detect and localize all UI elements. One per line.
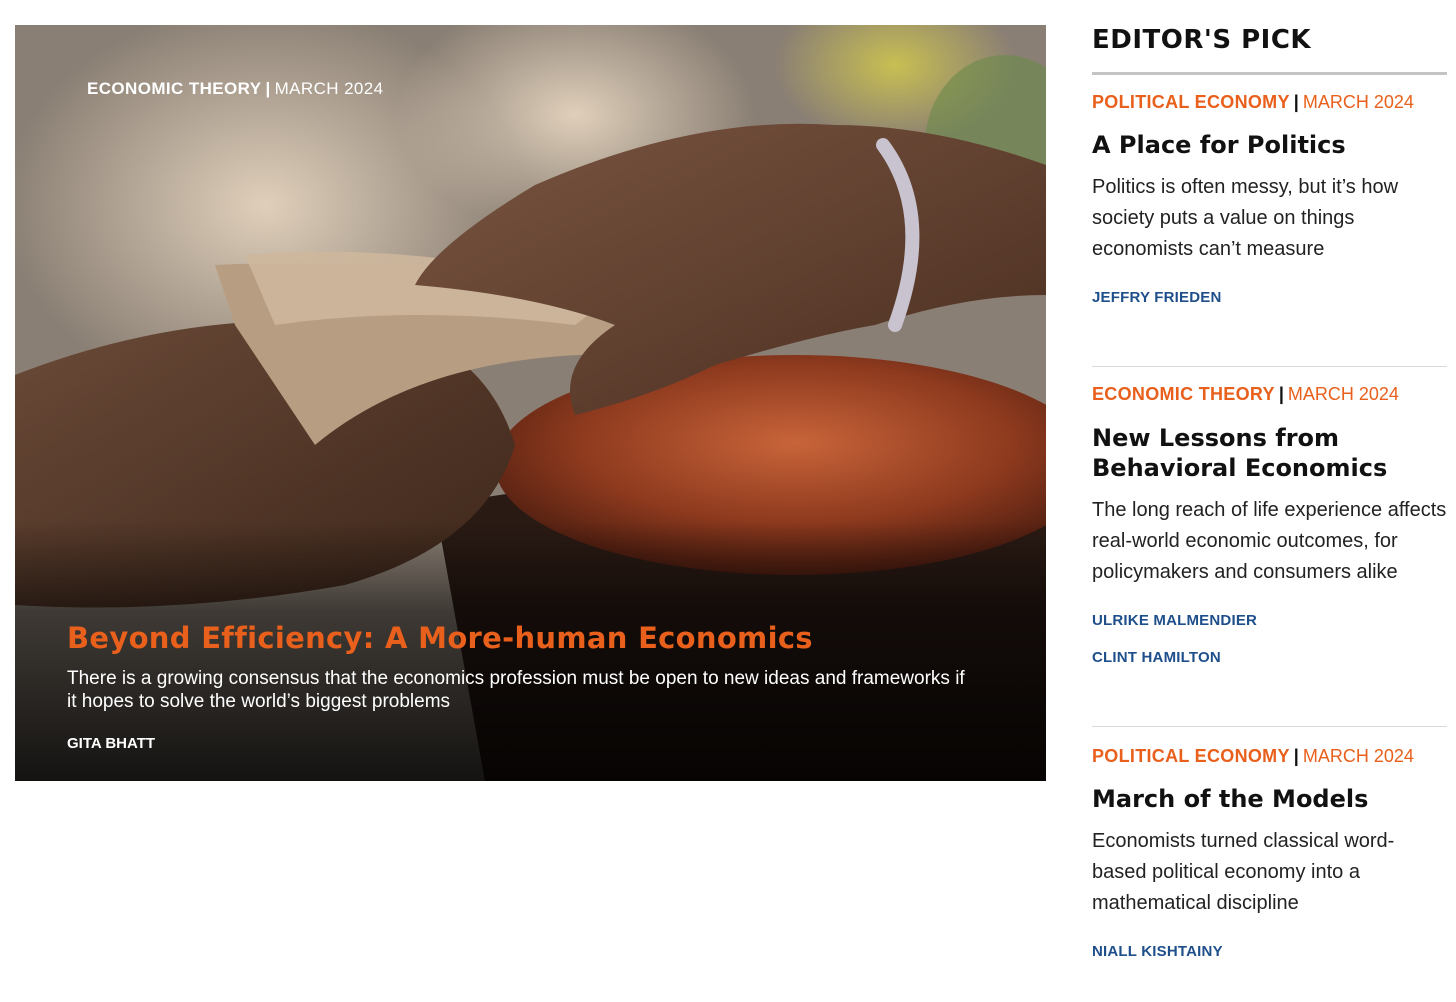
- kicker-separator: |: [265, 79, 271, 98]
- editors-pick-item: POLITICAL ECONOMY | MARCH 2024 A Place for…: [1092, 87, 1447, 306]
- pick-category[interactable]: POLITICAL ECONOMY: [1092, 746, 1290, 766]
- pick-category[interactable]: ECONOMIC THEORY: [1092, 384, 1275, 404]
- sidebar-heading-rule: [1092, 72, 1447, 75]
- pick-author-link[interactable]: ULRIKE MALMENDIER: [1092, 612, 1447, 629]
- editors-pick-item: ECONOMIC THEORY | MARCH 2024 New Lessons f…: [1092, 379, 1447, 666]
- sidebar-heading: EDITOR'S PICK: [1092, 25, 1312, 55]
- featured-article-card[interactable]: ECONOMIC THEORY | MARCH 2024 Beyond Effici…: [15, 25, 1046, 781]
- pick-date: MARCH 2024: [1302, 92, 1414, 112]
- pick-kicker: ECONOMIC THEORY | MARCH 2024: [1092, 379, 1447, 410]
- hero-dek: There is a growing consensus that the ec…: [67, 668, 965, 712]
- kicker-separator: |: [1293, 92, 1299, 112]
- pick-author-link[interactable]: JEFFRY FRIEDEN: [1092, 289, 1447, 306]
- hero-author[interactable]: GITA BHATT: [67, 735, 155, 752]
- hero-category[interactable]: ECONOMIC THEORY: [87, 79, 261, 98]
- pick-author-link[interactable]: NIALL KISHTAINY: [1092, 943, 1447, 960]
- pick-divider: [1092, 726, 1447, 727]
- hero-title[interactable]: Beyond Efficiency: A More-human Economic…: [67, 621, 813, 655]
- hero-kicker: ECONOMIC THEORY | MARCH 2024: [87, 79, 383, 99]
- pick-title[interactable]: March of the Models: [1092, 784, 1447, 814]
- kicker-separator: |: [1293, 746, 1299, 766]
- pick-kicker: POLITICAL ECONOMY | MARCH 2024: [1092, 87, 1447, 118]
- pick-dek: Politics is often messy, but it’s how so…: [1092, 176, 1399, 260]
- kicker-separator: |: [1278, 384, 1284, 404]
- pick-date: MARCH 2024: [1287, 384, 1399, 404]
- editors-pick-item: POLITICAL ECONOMY | MARCH 2024 March of th…: [1092, 741, 1447, 960]
- editors-pick-sidebar: EDITOR'S PICK POLITICAL ECONOMY | MARCH 20…: [1092, 25, 1447, 960]
- pick-date: MARCH 2024: [1302, 746, 1414, 766]
- pick-title[interactable]: A Place for Politics: [1092, 130, 1447, 160]
- pick-dek: Economists turned classical word-based p…: [1092, 830, 1395, 914]
- hero-date: MARCH 2024: [274, 79, 384, 98]
- pick-author-link[interactable]: CLINT HAMILTON: [1092, 649, 1447, 666]
- pick-category[interactable]: POLITICAL ECONOMY: [1092, 92, 1290, 112]
- pick-title[interactable]: New Lessons from Behavioral Economics: [1092, 423, 1447, 483]
- pick-divider: [1092, 366, 1447, 367]
- pick-kicker: POLITICAL ECONOMY | MARCH 2024: [1092, 741, 1447, 772]
- pick-dek: The long reach of life experience affect…: [1092, 499, 1447, 583]
